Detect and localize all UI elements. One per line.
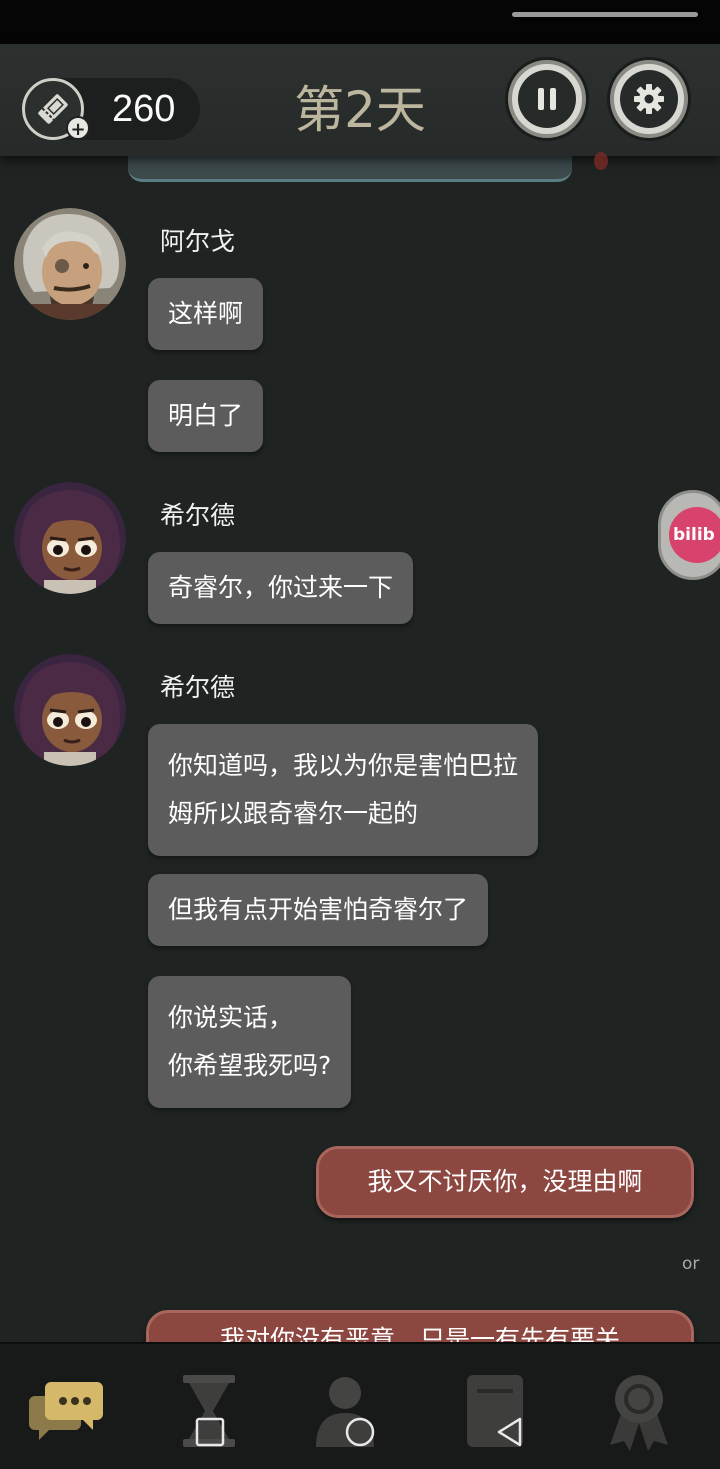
reply-text: 我对你没有恶意，只是一有先有要关 <box>219 1325 620 1342</box>
medal-icon <box>610 1375 668 1451</box>
pause-icon <box>538 88 556 110</box>
message-bubble: 奇睿尔，你过来一下 <box>148 552 414 624</box>
settings-button[interactable] <box>610 60 688 138</box>
nav-achievements[interactable] <box>594 1366 684 1456</box>
message-text: 但我有点开始害怕奇睿尔了 <box>168 895 469 924</box>
message-bubble: 你说实话， 你希望我死吗? <box>148 976 352 1108</box>
message-bubble: 但我有点开始害怕奇睿尔了 <box>148 874 489 946</box>
speaker-name: 希尔德 <box>160 501 236 530</box>
back-icon[interactable] <box>490 1412 530 1452</box>
avatar-hilde[interactable] <box>14 654 126 766</box>
message-text: 你知道吗，我以为你是害怕巴拉 <box>168 751 519 780</box>
avatar-hilde[interactable] <box>14 482 126 594</box>
home-icon[interactable] <box>340 1412 380 1452</box>
speaker-name: 阿尔戈 <box>160 227 236 256</box>
reply-text: 我又不讨厌你，没理由啊 <box>367 1167 643 1196</box>
add-tickets-icon[interactable]: + <box>66 116 90 140</box>
bilibili-logo: bilib <box>669 507 720 563</box>
ticket-count: 260 <box>112 88 176 130</box>
avatar-algo[interactable] <box>14 208 126 320</box>
reply-option-2[interactable]: 我对你没有恶意，只是一有先有要关 <box>146 1310 694 1342</box>
bilibili-float-button[interactable]: bilib <box>658 490 720 580</box>
message-text: 你说实话， <box>168 1003 294 1032</box>
pause-button[interactable] <box>508 60 586 138</box>
day-title: 第2天 <box>294 81 426 139</box>
chat-icon <box>29 1382 103 1440</box>
message-text: 奇睿尔，你过来一下 <box>168 573 394 602</box>
home-indicator <box>512 12 698 17</box>
top-bar: + 260 第2天 <box>0 44 720 170</box>
message-text: 姆所以跟奇睿尔一起的 <box>168 799 419 828</box>
chat-log[interactable]: 阿尔戈 这样啊 明白了 希尔德 奇睿尔，你过来一下 希尔德 你知道吗，我以为你是… <box>0 156 720 1342</box>
or-separator: or <box>682 1254 700 1274</box>
recent-apps-icon[interactable] <box>190 1412 230 1452</box>
message-bubble: 明白了 <box>148 380 264 452</box>
status-bar <box>0 0 720 44</box>
blood-stain <box>594 152 608 170</box>
nav-chat[interactable] <box>24 1366 114 1456</box>
message-bubble: 你知道吗，我以为你是害怕巴拉 姆所以跟奇睿尔一起的 <box>148 724 539 856</box>
speaker-name: 希尔德 <box>160 673 236 702</box>
reply-option-1[interactable]: 我又不讨厌你，没理由啊 <box>316 1146 694 1218</box>
message-text: 这样啊 <box>168 299 244 328</box>
message-text: 你希望我死吗? <box>168 1051 332 1080</box>
message-text: 明白了 <box>168 401 244 430</box>
gear-icon <box>634 84 664 114</box>
message-bubble: 这样啊 <box>148 278 264 350</box>
ticket-counter[interactable]: + 260 <box>22 78 200 140</box>
